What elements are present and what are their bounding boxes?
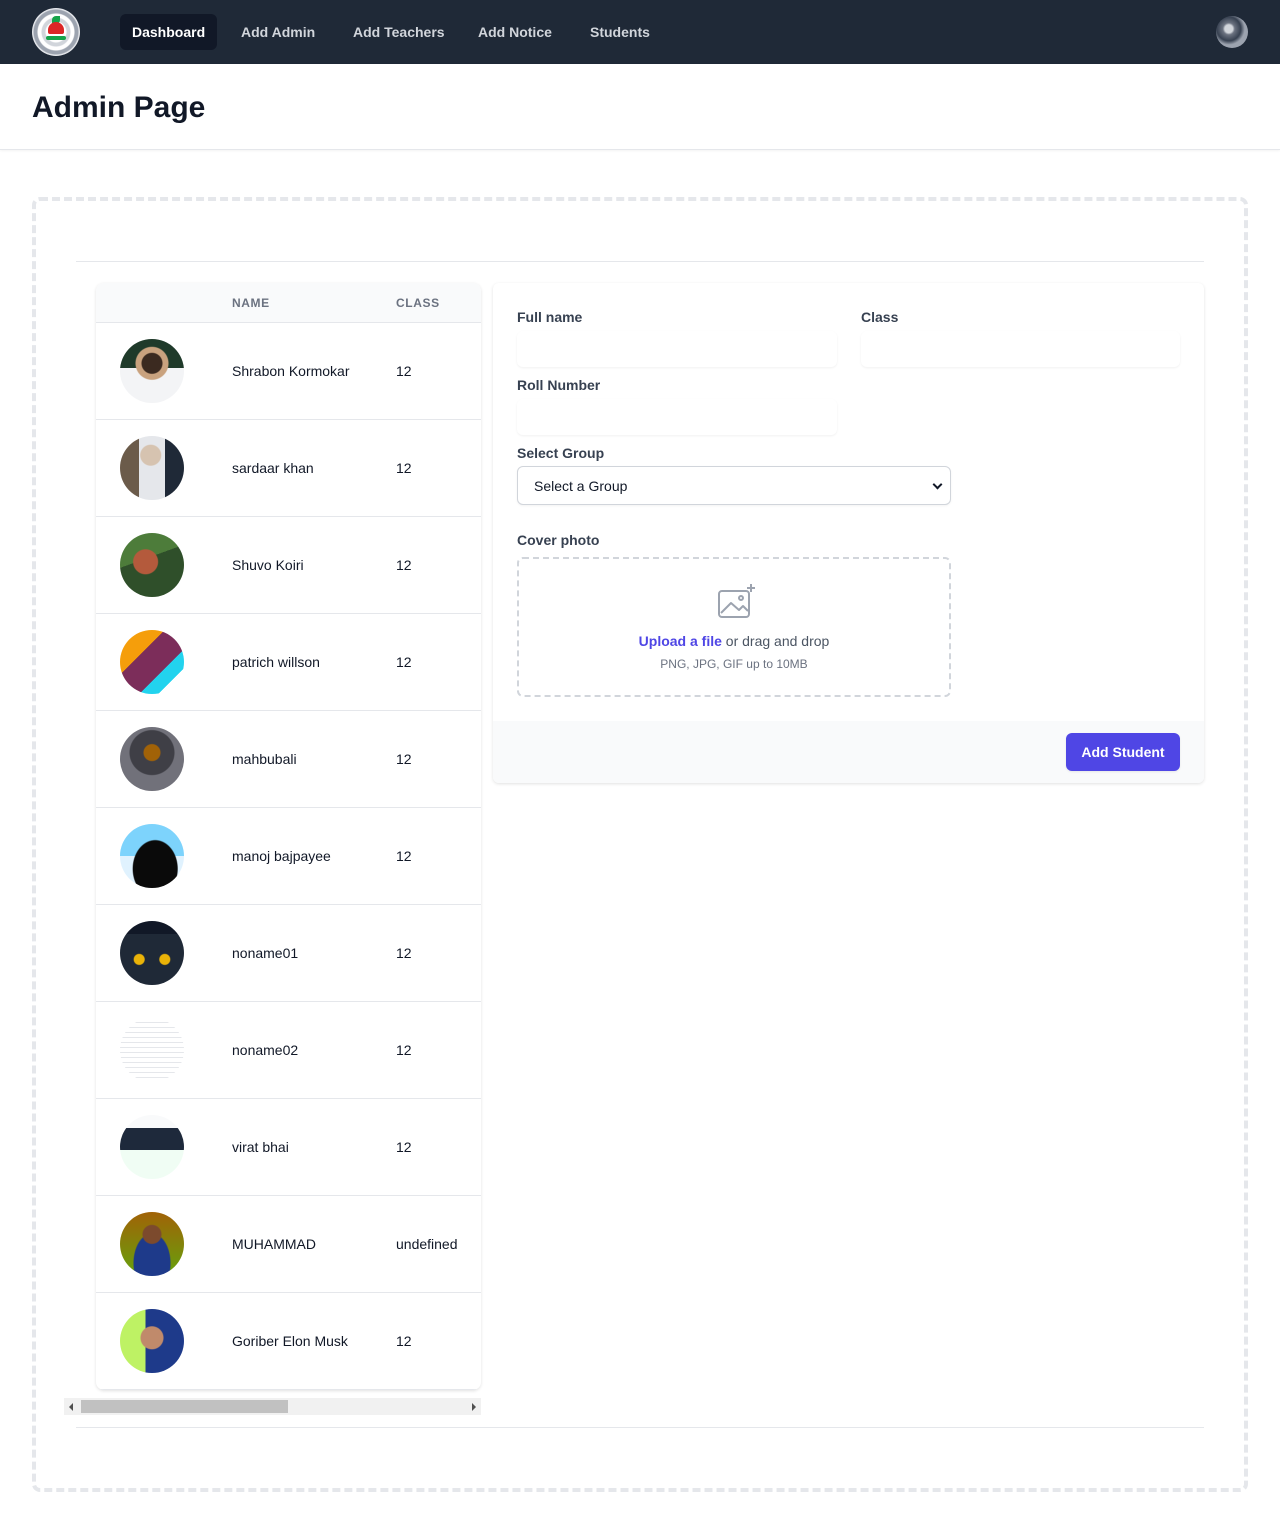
upload-drag-text: or drag and drop	[725, 633, 830, 649]
add-student-button[interactable]: Add Student	[1066, 733, 1180, 771]
student-photo	[120, 727, 184, 791]
student-name: Shrabon Kormokar	[232, 363, 350, 379]
table-horizontal-scrollbar[interactable]	[64, 1398, 481, 1415]
logo-base-icon	[46, 36, 66, 40]
nav-add-teachers[interactable]: Add Teachers	[341, 14, 457, 50]
student-class: 12	[396, 1333, 412, 1349]
student-photo	[120, 1018, 184, 1082]
student-photo	[120, 533, 184, 597]
add-student-form: Full name Class Roll Number Select Group…	[493, 283, 1204, 783]
student-photo	[120, 1115, 184, 1179]
table-row[interactable]: sardaar khan 12	[96, 420, 481, 517]
upload-file-link[interactable]: Upload a file	[639, 633, 722, 649]
cover-photo-label: Cover photo	[517, 532, 600, 548]
student-name: sardaar khan	[232, 460, 314, 476]
student-class: 12	[396, 1139, 412, 1155]
divider-bottom	[76, 1427, 1204, 1428]
group-select-value: Select a Group	[534, 478, 628, 494]
class-label: Class	[861, 309, 899, 325]
chevron-down-icon	[932, 479, 943, 490]
table-row[interactable]: noname01 12	[96, 905, 481, 1002]
roll-number-label: Roll Number	[517, 377, 601, 393]
table-row[interactable]: virat bhai 12	[96, 1099, 481, 1196]
logo-emblem-icon	[48, 22, 64, 34]
student-name: patrich willson	[232, 654, 320, 670]
nav-students[interactable]: Students	[578, 14, 662, 50]
class-input[interactable]	[861, 331, 1180, 367]
student-photo	[120, 824, 184, 888]
table-row[interactable]: MUHAMMAD undefined	[96, 1196, 481, 1293]
form-footer: Add Student	[493, 721, 1204, 783]
student-photo	[120, 1212, 184, 1276]
select-group-label: Select Group	[517, 445, 605, 461]
student-class: 12	[396, 848, 412, 864]
student-class: 12	[396, 460, 412, 476]
table-row[interactable]: Goriber Elon Musk 12	[96, 1293, 481, 1390]
scroll-left-icon[interactable]	[69, 1403, 73, 1411]
nav-add-notice[interactable]: Add Notice	[466, 14, 564, 50]
full-name-label: Full name	[517, 309, 583, 325]
table-row[interactable]: manoj bajpayee 12	[96, 808, 481, 905]
full-name-input[interactable]	[517, 331, 837, 367]
upload-hint: PNG, JPG, GIF up to 10MB	[660, 657, 808, 671]
table-row[interactable]: mahbubali 12	[96, 711, 481, 808]
column-header-class: CLASS	[396, 296, 440, 310]
student-class: 12	[396, 945, 412, 961]
student-photo	[120, 339, 184, 403]
student-photo	[120, 921, 184, 985]
table-header: NAME CLASS	[96, 283, 481, 323]
student-photo	[120, 1309, 184, 1373]
students-table: NAME CLASS Shrabon Kormokar 12 sardaar k…	[96, 283, 481, 1390]
student-class: undefined	[396, 1236, 458, 1252]
table-row[interactable]: patrich willson 12	[96, 614, 481, 711]
group-select[interactable]: Select a Group	[517, 466, 951, 505]
upload-instructions: Upload a file or drag and drop	[519, 633, 949, 649]
roll-number-input[interactable]	[517, 399, 837, 435]
student-name: noname01	[232, 945, 299, 961]
table-row[interactable]: Shrabon Kormokar 12	[96, 323, 481, 420]
scroll-right-icon[interactable]	[472, 1403, 476, 1411]
scrollbar-thumb[interactable]	[81, 1400, 288, 1413]
top-nav: Dashboard Add Admin Add Teachers Add Not…	[0, 0, 1280, 64]
student-class: 12	[396, 1042, 412, 1058]
nav-add-admin[interactable]: Add Admin	[229, 14, 327, 50]
divider-top	[76, 261, 1204, 262]
file-dropzone[interactable]: Upload a file or drag and drop PNG, JPG,…	[517, 557, 951, 697]
student-name: mahbubali	[232, 751, 297, 767]
table-row[interactable]: Shuvo Koiri 12	[96, 517, 481, 614]
page-header: Admin Page	[0, 64, 1280, 150]
student-name: virat bhai	[232, 1139, 289, 1155]
student-name: noname02	[232, 1042, 299, 1058]
page-title: Admin Page	[32, 91, 206, 124]
nav-dashboard[interactable]: Dashboard	[120, 14, 218, 50]
student-name: Shuvo Koiri	[232, 557, 304, 573]
student-class: 12	[396, 654, 412, 670]
student-photo	[120, 630, 184, 694]
student-class: 12	[396, 751, 412, 767]
school-logo[interactable]	[32, 8, 80, 56]
student-class: 12	[396, 363, 412, 379]
image-upload-icon	[718, 584, 755, 618]
table-row[interactable]: noname02 12	[96, 1002, 481, 1099]
user-avatar[interactable]	[1216, 16, 1248, 48]
column-header-name: NAME	[232, 296, 270, 310]
student-name: MUHAMMAD	[232, 1236, 316, 1252]
student-class: 12	[396, 557, 412, 573]
student-photo	[120, 436, 184, 500]
student-name: Goriber Elon Musk	[232, 1333, 348, 1349]
student-name: manoj bajpayee	[232, 848, 331, 864]
